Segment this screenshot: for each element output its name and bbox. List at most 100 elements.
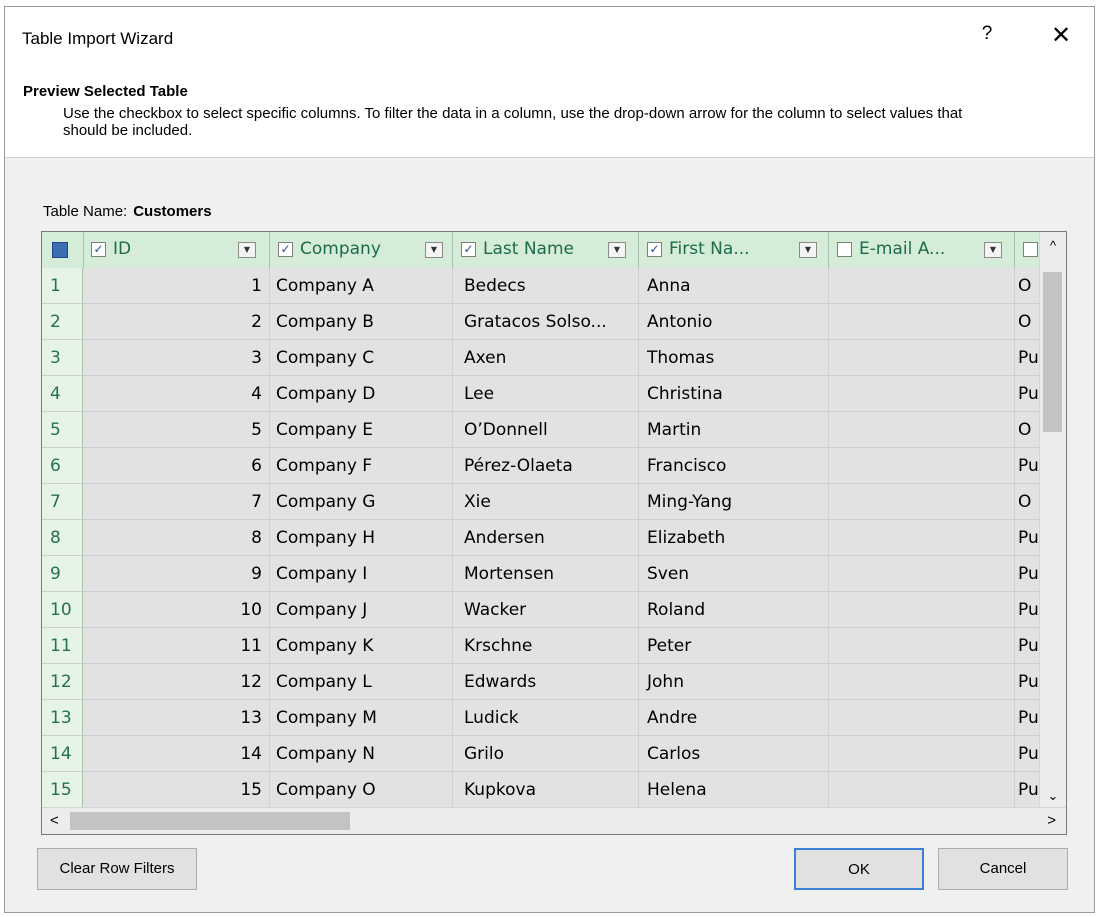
column-checkbox[interactable]: [837, 242, 852, 257]
horizontal-scrollbar[interactable]: < >: [42, 807, 1066, 834]
cell-first-name: Antonio: [639, 304, 829, 340]
table-row: 6 6 Company F Pérez-Olaeta Francisco Pu: [42, 448, 1040, 484]
cell-id: 2: [83, 304, 270, 340]
cell-first-name: Thomas: [639, 340, 829, 376]
table-row: 13 13 Company M Ludick Andre Pu: [42, 700, 1040, 736]
row-number: 12: [42, 664, 83, 700]
scroll-up-icon[interactable]: ^: [1040, 238, 1066, 253]
row-number: 10: [42, 592, 83, 628]
row-number: 9: [42, 556, 83, 592]
cell-email: [829, 448, 1015, 484]
row-number: 5: [42, 412, 83, 448]
column-checkbox[interactable]: ✓: [647, 242, 662, 257]
cell-company: Company M: [270, 700, 453, 736]
scroll-left-icon[interactable]: <: [50, 812, 59, 829]
cell-company: Company L: [270, 664, 453, 700]
scroll-down-icon[interactable]: ⌄: [1040, 788, 1066, 804]
column-header-4[interactable]: E-mail A... ▼: [829, 232, 1015, 268]
column-header-0[interactable]: ✓ ID ▼: [83, 232, 270, 268]
dialog-header: Table Import Wizard ? ✕ Preview Selected…: [5, 7, 1094, 158]
row-number: 13: [42, 700, 83, 736]
cell-id: 3: [83, 340, 270, 376]
cell-first-name: Sven: [639, 556, 829, 592]
cell-last-name: Krschne: [453, 628, 639, 664]
section-description: Use the checkbox to select specific colu…: [63, 105, 963, 139]
cell-email: [829, 484, 1015, 520]
cell-last-name: Axen: [453, 340, 639, 376]
cancel-button[interactable]: Cancel: [938, 848, 1068, 890]
table-row: 12 12 Company L Edwards John Pu: [42, 664, 1040, 700]
cell-next-column: Pu: [1015, 736, 1040, 772]
cell-last-name: Pérez-Olaeta: [453, 448, 639, 484]
column-checkbox[interactable]: [1023, 242, 1038, 257]
cell-company: Company N: [270, 736, 453, 772]
cell-last-name: Xie: [453, 484, 639, 520]
filter-dropdown-icon[interactable]: ▼: [799, 242, 817, 258]
cell-email: [829, 556, 1015, 592]
filter-dropdown-icon[interactable]: ▼: [238, 242, 256, 258]
cell-id: 8: [83, 520, 270, 556]
column-header-3[interactable]: ✓ First Na... ▼: [639, 232, 829, 268]
help-button[interactable]: ?: [975, 23, 999, 45]
clear-row-filters-button[interactable]: Clear Row Filters: [37, 848, 197, 890]
cell-email: [829, 376, 1015, 412]
cell-email: [829, 628, 1015, 664]
cell-last-name: Bedecs: [453, 268, 639, 304]
table-row: 14 14 Company N Grilo Carlos Pu: [42, 736, 1040, 772]
cell-next-column: O: [1015, 484, 1040, 520]
select-all-corner[interactable]: [42, 232, 84, 268]
filter-dropdown-icon[interactable]: ▼: [984, 242, 1002, 258]
column-header-2[interactable]: ✓ Last Name ▼: [453, 232, 639, 268]
column-checkbox[interactable]: ✓: [91, 242, 106, 257]
cell-first-name: Elizabeth: [639, 520, 829, 556]
table-row: 2 2 Company B Gratacos Solso... Antonio O: [42, 304, 1040, 340]
vertical-scroll-thumb[interactable]: [1043, 272, 1062, 432]
cell-first-name: Francisco: [639, 448, 829, 484]
cell-next-column: Pu: [1015, 376, 1040, 412]
cell-last-name: O’Donnell: [453, 412, 639, 448]
table-row: 1 1 Company A Bedecs Anna O: [42, 268, 1040, 304]
preview-grid: ✓ ID ▼ ✓ Company ▼ ✓ Last Name ▼ ✓ First Na... ▼ E-m…: [41, 231, 1067, 835]
column-checkbox[interactable]: ✓: [461, 242, 476, 257]
vertical-scrollbar[interactable]: ^ ⌄: [1039, 232, 1066, 808]
cell-company: Company J: [270, 592, 453, 628]
cell-company: Company K: [270, 628, 453, 664]
window-title: Table Import Wizard: [22, 29, 174, 48]
cell-id: 7: [83, 484, 270, 520]
column-header-1[interactable]: ✓ Company ▼: [270, 232, 453, 268]
table-row: 8 8 Company H Andersen Elizabeth Pu: [42, 520, 1040, 556]
cell-company: Company A: [270, 268, 453, 304]
filter-dropdown-icon[interactable]: ▼: [425, 242, 443, 258]
cell-first-name: Anna: [639, 268, 829, 304]
cell-first-name: Christina: [639, 376, 829, 412]
cell-first-name: Andre: [639, 700, 829, 736]
close-button[interactable]: ✕: [1047, 21, 1075, 50]
table-row: 15 15 Company O Kupkova Helena Pu: [42, 772, 1040, 808]
select-all-icon[interactable]: [52, 242, 68, 258]
ok-button[interactable]: OK: [794, 848, 924, 890]
horizontal-scroll-thumb[interactable]: [70, 812, 350, 830]
scroll-right-icon[interactable]: >: [1047, 812, 1056, 829]
cell-next-column: Pu: [1015, 340, 1040, 376]
column-header-row: ✓ ID ▼ ✓ Company ▼ ✓ Last Name ▼ ✓ First Na... ▼ E-m…: [42, 232, 1040, 269]
cell-next-column: Pu: [1015, 448, 1040, 484]
cell-email: [829, 700, 1015, 736]
cell-next-column: Pu: [1015, 628, 1040, 664]
column-header-label: Company: [300, 239, 381, 259]
column-header-label: ID: [113, 239, 132, 259]
cell-email: [829, 520, 1015, 556]
cell-next-column: Pu: [1015, 520, 1040, 556]
cell-first-name: Carlos: [639, 736, 829, 772]
cell-company: Company C: [270, 340, 453, 376]
cell-next-column: Pu: [1015, 772, 1040, 808]
column-checkbox[interactable]: ✓: [278, 242, 293, 257]
column-header-label: First Na...: [669, 239, 750, 259]
column-header-partial[interactable]: [1015, 232, 1040, 268]
cell-last-name: Gratacos Solso...: [453, 304, 639, 340]
filter-dropdown-icon[interactable]: ▼: [608, 242, 626, 258]
row-number: 8: [42, 520, 83, 556]
cell-last-name: Andersen: [453, 520, 639, 556]
column-header-label: Last Name: [483, 239, 574, 259]
table-row: 5 5 Company E O’Donnell Martin O: [42, 412, 1040, 448]
column-header-label: E-mail A...: [859, 239, 946, 259]
